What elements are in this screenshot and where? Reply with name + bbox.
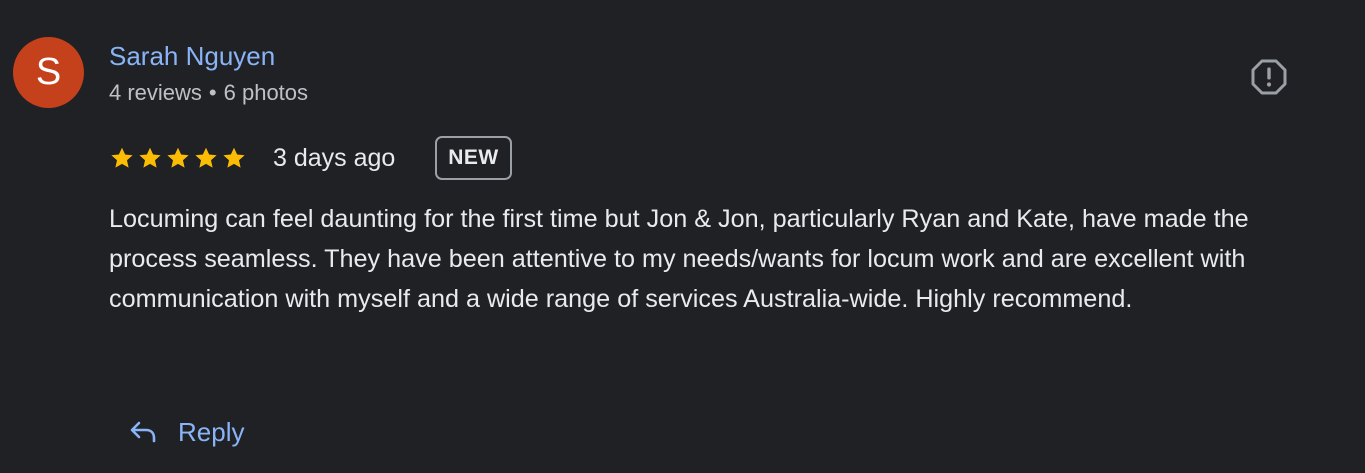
reviewer-name[interactable]: Sarah Nguyen xyxy=(109,40,275,72)
meta-separator: • xyxy=(208,80,217,105)
avatar[interactable]: S xyxy=(13,37,84,108)
reply-arrow-icon xyxy=(130,421,156,443)
report-button[interactable] xyxy=(1249,57,1289,97)
reply-label: Reply xyxy=(178,416,245,447)
star-icon xyxy=(195,147,217,168)
avatar-letter: S xyxy=(35,51,62,93)
star-icon xyxy=(139,147,161,168)
star-rating xyxy=(109,142,247,174)
star-icon xyxy=(111,147,133,168)
star-icon xyxy=(167,147,189,168)
report-octagon-icon xyxy=(1251,59,1287,95)
reviewer-meta: 4 reviews • 6 photos xyxy=(109,79,308,107)
photos-count: 6 photos xyxy=(223,80,309,105)
reviews-count: 4 reviews xyxy=(109,80,202,105)
review-card: S Sarah Nguyen 4 reviews • 6 photos 3 days… xyxy=(0,0,1365,473)
star-icon xyxy=(223,147,245,168)
new-badge: NEW xyxy=(435,136,512,180)
review-date: 3 days ago xyxy=(273,144,396,172)
reply-button[interactable]: Reply xyxy=(128,410,244,454)
review-text: Locuming can feel daunting for the first… xyxy=(109,205,1249,313)
